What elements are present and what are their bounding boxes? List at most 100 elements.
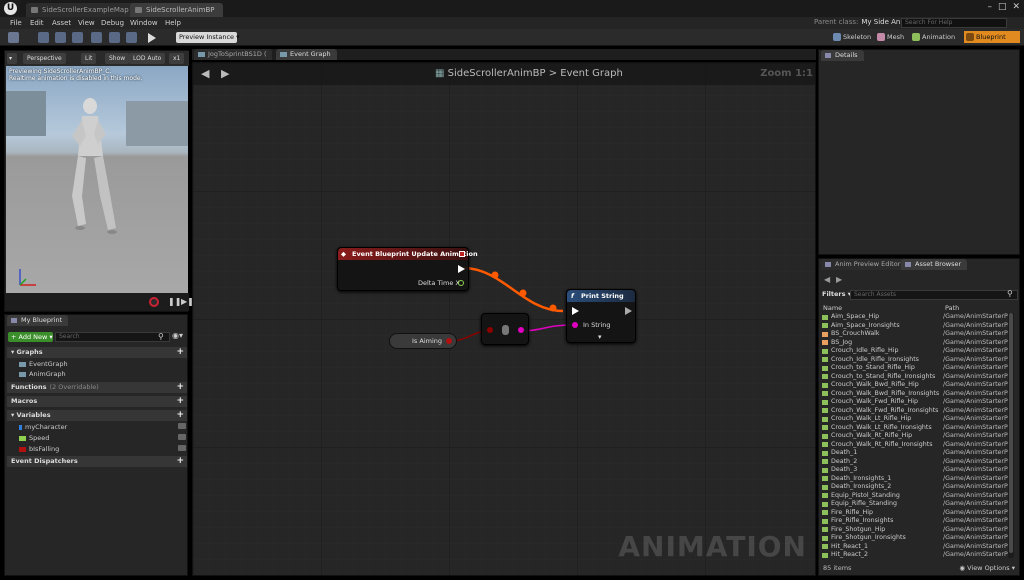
viewport-options-dropdown[interactable]: ▾ bbox=[7, 53, 17, 64]
document-tab-map[interactable]: SideScrollerExampleMap bbox=[26, 3, 137, 17]
add-variable-icon[interactable]: + bbox=[176, 410, 184, 421]
asset-row[interactable]: Hit_React_1/Game/AnimStarterPa bbox=[821, 543, 1011, 552]
asset-list-scrollbar[interactable] bbox=[1008, 313, 1014, 558]
record-icon[interactable] bbox=[149, 297, 159, 307]
macros-section-header[interactable]: Macros + bbox=[7, 396, 187, 407]
asset-row[interactable]: Crouch_Walk_Rt_Rifle_Hip/Game/AnimStarte… bbox=[821, 432, 1011, 441]
asset-row[interactable]: Equip_Pistol_Standing/Game/AnimStarterPa bbox=[821, 492, 1011, 501]
asset-row[interactable]: Crouch_Idle_Rifle_Hip/Game/AnimStarterPa bbox=[821, 347, 1011, 356]
mode-blueprint-button[interactable]: Blueprint bbox=[964, 31, 1020, 43]
pause-icon[interactable]: ❚❚ bbox=[168, 297, 181, 306]
exec-out-pin[interactable] bbox=[458, 265, 465, 273]
asset-row[interactable]: Crouch_Walk_Fwd_Rifle_Ironsights/Game/An… bbox=[821, 407, 1011, 416]
lod-button[interactable]: LOD Auto bbox=[129, 53, 166, 64]
document-tab-animbp[interactable]: SideScrollerAnimBP bbox=[130, 3, 223, 17]
menu-debug[interactable]: Debug bbox=[101, 17, 124, 29]
minimize-icon[interactable]: – bbox=[987, 2, 992, 12]
variable-item-bisfalling[interactable]: bIsFalling bbox=[19, 445, 59, 453]
view-options-button[interactable]: ◉ View Options ▾ bbox=[959, 564, 1015, 572]
menu-file[interactable]: File bbox=[10, 17, 22, 29]
asset-row[interactable]: BS_CrouchWalk/Game/AnimStarterPa bbox=[821, 330, 1011, 339]
asset-row[interactable]: Aim_Space_Ironsights/Game/AnimStarterPa bbox=[821, 322, 1011, 331]
asset-row[interactable]: BS_Jog/Game/AnimStarterPa bbox=[821, 339, 1011, 348]
details-tab[interactable]: Details bbox=[821, 50, 864, 61]
variable-item-mycharacter[interactable]: myCharacter bbox=[19, 423, 67, 431]
delegate-pin[interactable] bbox=[459, 251, 465, 257]
menu-edit[interactable]: Edit bbox=[30, 17, 44, 29]
asset-row[interactable]: Fire_Shotgun_Hip/Game/AnimStarterPa bbox=[821, 526, 1011, 535]
event-update-animation-node[interactable]: ◆ Event Blueprint Update Animation Delta… bbox=[337, 247, 478, 291]
asset-row[interactable]: Death_2/Game/AnimStarterPa bbox=[821, 458, 1011, 467]
variables-section-header[interactable]: ▾ Variables + bbox=[7, 410, 187, 421]
variable-visibility-icon[interactable] bbox=[178, 423, 186, 429]
asset-row[interactable]: Death_Ironsights_1/Game/AnimStarterPa bbox=[821, 475, 1011, 484]
functions-section-header[interactable]: Functions (2 Overridable) + bbox=[7, 382, 187, 393]
perspective-button[interactable]: Perspective bbox=[23, 53, 66, 64]
column-header-path[interactable]: Path bbox=[945, 304, 959, 312]
find-in-browser-icon[interactable] bbox=[55, 32, 66, 43]
compile-icon[interactable] bbox=[8, 32, 19, 43]
asset-browser-tab[interactable]: Asset Browser bbox=[901, 259, 968, 270]
event-dispatchers-section-header[interactable]: Event Dispatchers + bbox=[7, 456, 187, 467]
exec-out-pin[interactable] bbox=[625, 307, 632, 315]
asset-row[interactable]: Equip_Rifle_Standing/Game/AnimStarterPa bbox=[821, 500, 1011, 509]
asset-row[interactable]: Crouch_to_Stand_Rifle_Ironsights/Game/An… bbox=[821, 373, 1011, 382]
filters-button[interactable]: Filters ▾ bbox=[822, 290, 851, 298]
asset-row[interactable]: Crouch_Walk_Bwd_Rifle_Ironsights/Game/An… bbox=[821, 390, 1011, 399]
column-header-name[interactable]: Name bbox=[823, 304, 842, 312]
variable-item-speed[interactable]: Speed bbox=[19, 434, 49, 442]
preview-instance-dropdown[interactable]: Preview Instance ▾ bbox=[176, 32, 239, 43]
exec-wire[interactable] bbox=[462, 266, 564, 313]
asset-row[interactable]: Death_3/Game/AnimStarterPa bbox=[821, 466, 1011, 475]
asset-row[interactable]: Crouch_Walk_Lt_Rifle_Hip/Game/AnimStarte… bbox=[821, 415, 1011, 424]
bool-to-string-node[interactable] bbox=[481, 313, 529, 345]
exec-in-pin[interactable] bbox=[572, 307, 579, 315]
asset-search-input[interactable]: Search Assets bbox=[850, 290, 1018, 300]
graphs-section-header[interactable]: ▾ Graphs + bbox=[7, 347, 187, 358]
debug-icon[interactable] bbox=[126, 32, 137, 43]
menu-window[interactable]: Window bbox=[130, 17, 158, 29]
graph-tab-blendspace[interactable]: JogToSprintBS1D ( bbox=[194, 49, 273, 60]
graph-tab-eventgraph[interactable]: Event Graph bbox=[276, 49, 337, 60]
class-defaults-icon[interactable] bbox=[109, 32, 120, 43]
asset-row[interactable]: Death_1/Game/AnimStarterPa bbox=[821, 449, 1011, 458]
add-new-button[interactable]: + Add New ▾ bbox=[8, 332, 53, 342]
variable-visibility-icon[interactable] bbox=[178, 445, 186, 451]
in-string-pin[interactable] bbox=[572, 322, 578, 328]
add-graph-icon[interactable]: + bbox=[176, 347, 184, 358]
graph-item-eventgraph[interactable]: EventGraph bbox=[19, 360, 68, 368]
show-button[interactable]: Show bbox=[105, 53, 130, 64]
lit-button[interactable]: Lit bbox=[81, 53, 97, 64]
class-settings-icon[interactable] bbox=[91, 32, 102, 43]
help-search-input[interactable]: Search For Help bbox=[901, 18, 1007, 28]
mode-animation-button[interactable]: Animation bbox=[910, 31, 955, 43]
bool-in-pin[interactable] bbox=[487, 327, 493, 333]
add-function-icon[interactable]: + bbox=[176, 382, 184, 393]
scrollbar-thumb[interactable] bbox=[1009, 313, 1013, 553]
graph-item-animgraph[interactable]: AnimGraph bbox=[19, 370, 66, 378]
is-aiming-out-pin[interactable] bbox=[446, 338, 452, 344]
mode-skeleton-button[interactable]: Skeleton bbox=[831, 31, 871, 43]
asset-row[interactable]: Crouch_Walk_Bwd_Rifle_Hip/Game/AnimStart… bbox=[821, 381, 1011, 390]
add-event-dispatcher-icon[interactable]: + bbox=[176, 456, 184, 467]
asset-row[interactable]: Crouch_Walk_Rt_Rifle_Ironsights/Game/Ani… bbox=[821, 441, 1011, 450]
add-macro-icon[interactable]: + bbox=[176, 396, 184, 407]
advanced-expand-icon[interactable]: ▾ bbox=[598, 333, 602, 341]
mode-mesh-button[interactable]: Mesh bbox=[875, 31, 904, 43]
my-blueprint-tab[interactable]: My Blueprint bbox=[7, 315, 69, 326]
search-icon[interactable] bbox=[72, 32, 83, 43]
asset-row[interactable]: Death_Ironsights_2/Game/AnimStarterPa bbox=[821, 483, 1011, 492]
history-back-icon[interactable]: ◀ bbox=[824, 275, 830, 284]
history-forward-icon[interactable]: ▶ bbox=[836, 275, 842, 284]
asset-row[interactable]: Fire_Shotgun_Ironsights/Game/AnimStarter… bbox=[821, 534, 1011, 543]
play-icon[interactable] bbox=[148, 33, 156, 43]
menu-help[interactable]: Help bbox=[165, 17, 181, 29]
view-options-eye-icon[interactable]: ◉▾ bbox=[172, 331, 183, 340]
speed-button[interactable]: x1 bbox=[169, 53, 185, 64]
variable-visibility-icon[interactable] bbox=[178, 434, 186, 440]
menu-asset[interactable]: Asset bbox=[52, 17, 71, 29]
asset-row[interactable]: Hit_React_2/Game/AnimStarterPa bbox=[821, 551, 1011, 560]
is-aiming-variable-node[interactable]: Is Aiming bbox=[389, 333, 457, 349]
asset-row[interactable]: Crouch_to_Stand_Rifle_Hip/Game/AnimStart… bbox=[821, 364, 1011, 373]
asset-row[interactable]: Fire_Rifle_Ironsights/Game/AnimStarterPa bbox=[821, 517, 1011, 526]
